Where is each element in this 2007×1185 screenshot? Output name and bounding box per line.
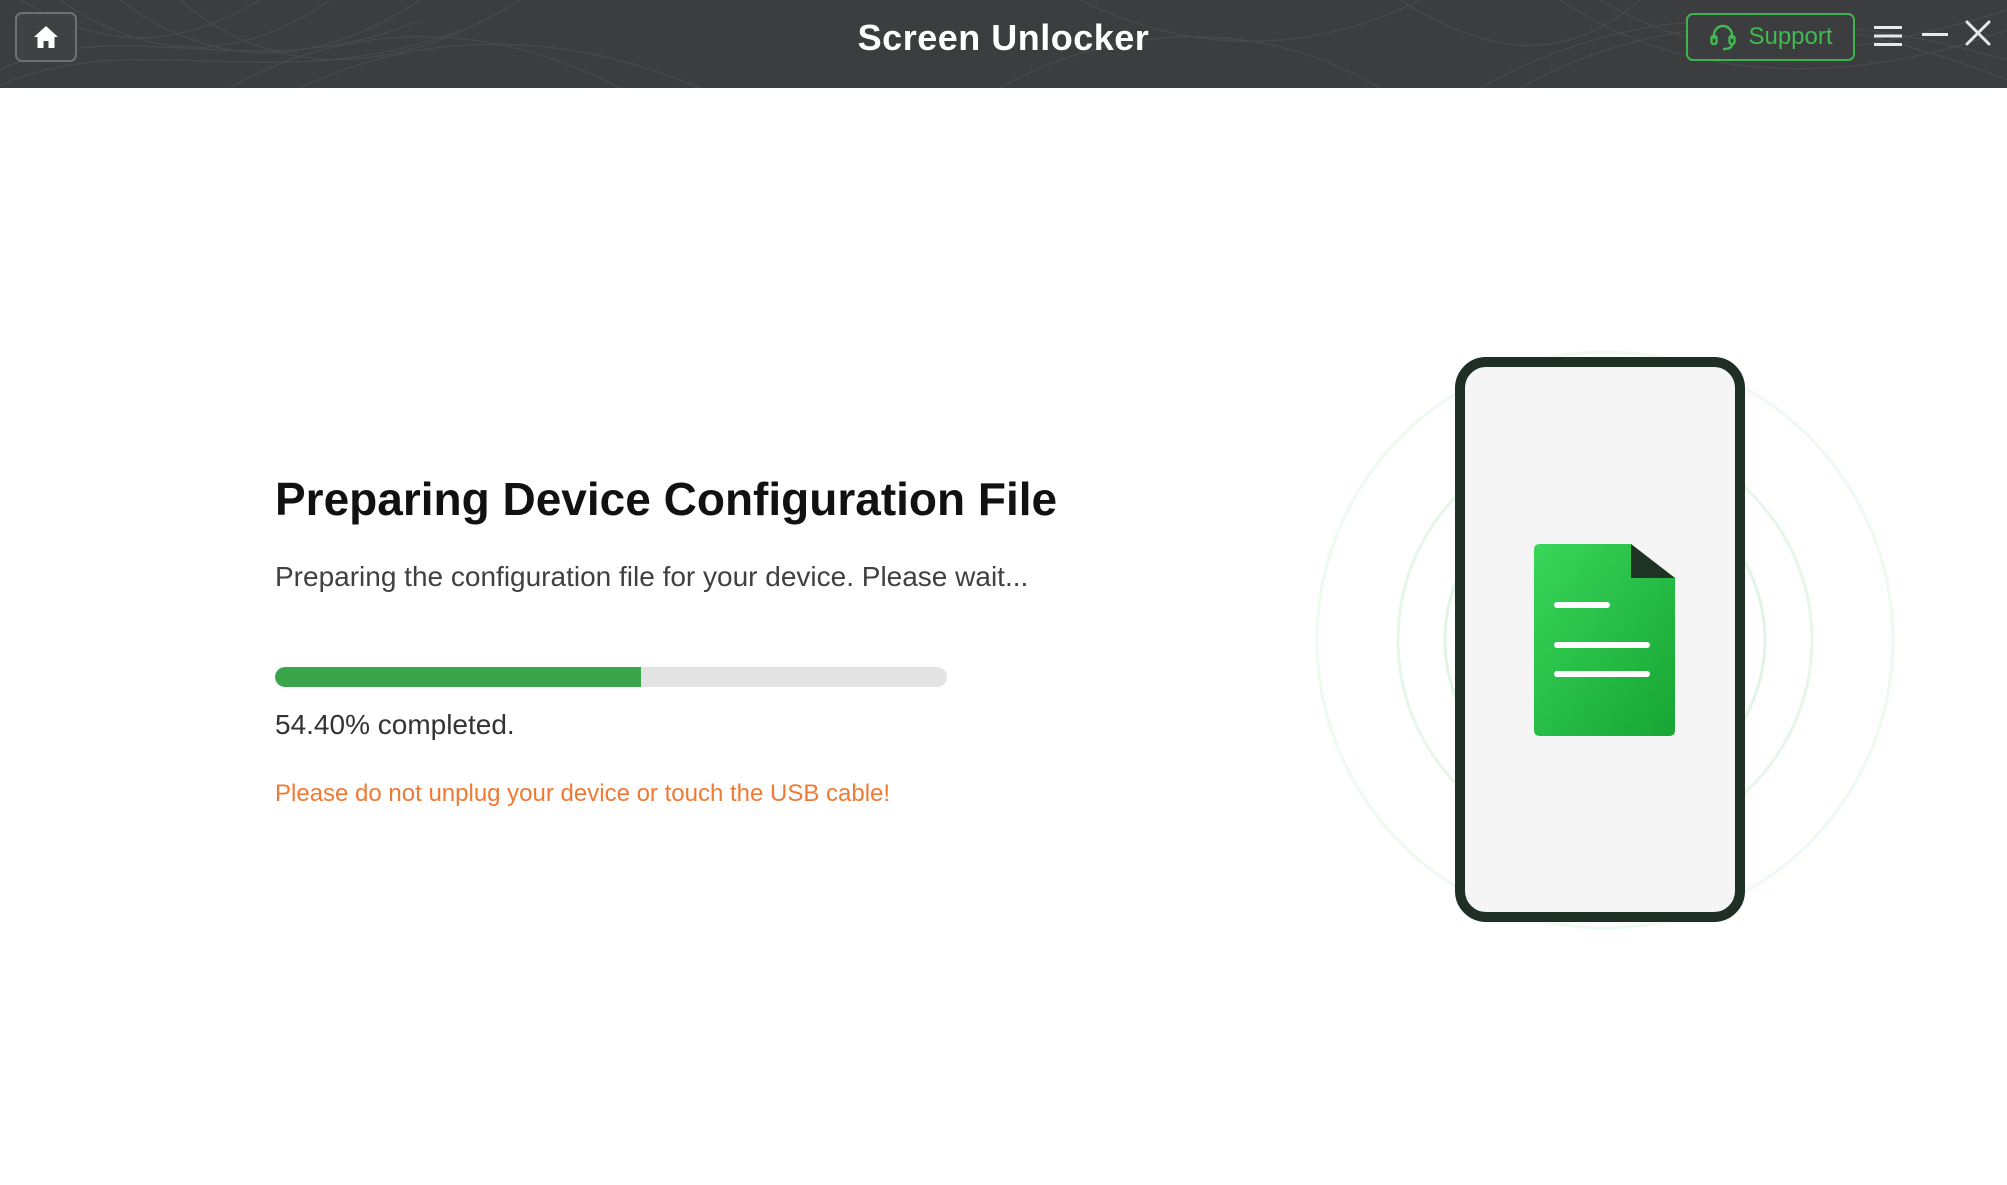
title-bar: Screen Unlocker Support xyxy=(0,0,2007,88)
support-label: Support xyxy=(1748,23,1833,50)
warning-message: Please do not unplug your device or touc… xyxy=(275,780,891,807)
minimize-button[interactable] xyxy=(1920,20,1950,50)
support-button[interactable]: Support xyxy=(1686,13,1855,61)
progress-bar-fill xyxy=(275,667,641,687)
headset-icon xyxy=(1710,24,1737,51)
close-icon xyxy=(1965,20,1991,46)
minimize-icon xyxy=(1922,33,1948,36)
hamburger-menu-icon xyxy=(1874,26,1902,46)
progress-label: 54.40% completed. xyxy=(275,709,515,740)
document-icon xyxy=(1534,544,1675,736)
device-illustration xyxy=(1315,350,1895,930)
status-description: Preparing the configuration file for you… xyxy=(275,561,1029,592)
progress-bar xyxy=(275,667,947,687)
close-button[interactable] xyxy=(1964,19,1992,47)
page-title: Preparing Device Configuration File xyxy=(275,473,1058,525)
menu-button[interactable] xyxy=(1873,24,1903,48)
